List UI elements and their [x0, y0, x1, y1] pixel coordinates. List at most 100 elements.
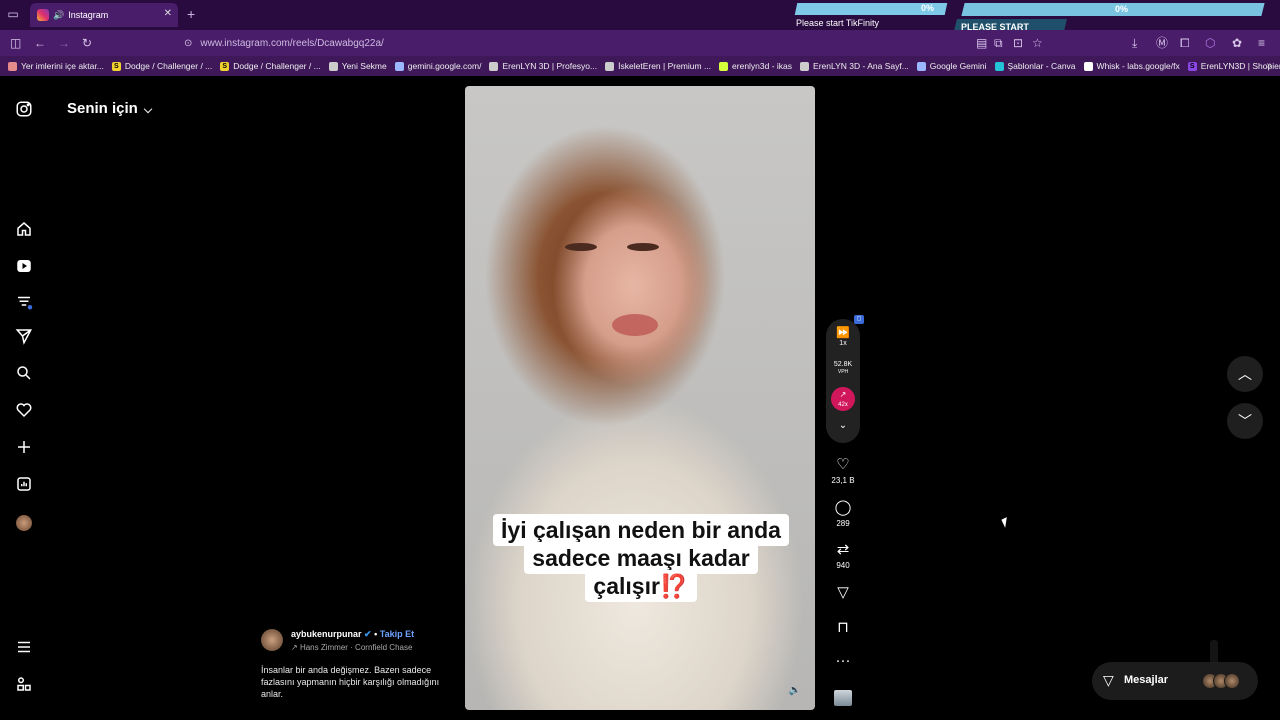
bookmark-label: Dodge / Challenger / ... [233, 61, 321, 71]
bookmark-item[interactable]: ErenLYN 3D - Ana Sayf... [800, 61, 909, 71]
previous-reel-button[interactable]: ︿ [1227, 356, 1263, 392]
chevron-down-icon: ⌵ [143, 104, 153, 116]
chevron-right-icon[interactable]: » [1266, 60, 1272, 71]
site-icon [605, 61, 615, 71]
music-link[interactable]: ↗ Hans Zimmer · Cornfield Chase [291, 643, 412, 652]
bookmark-item[interactable]: Yeni Sekme [328, 61, 387, 71]
reel-video[interactable]: İyi çalışan neden bir anda sadece maaşı … [465, 86, 815, 710]
repost-count: 940 [836, 561, 850, 570]
next-reel-button[interactable]: ﹀ [1227, 403, 1263, 439]
more-options-button[interactable]: ··· [828, 652, 858, 670]
sidebar-toggle-icon[interactable]: ◫ [10, 36, 21, 50]
extension-hex-icon[interactable]: ⬡ [1205, 36, 1215, 50]
profile-m-icon[interactable]: Ⓜ [1156, 36, 1168, 50]
profile-avatar[interactable] [14, 513, 34, 533]
fast-forward-icon[interactable]: ⏩ [826, 326, 860, 339]
tikfinity-overlay-small: 0% Please start TikFinity [790, 0, 952, 30]
new-tab-button[interactable]: + [187, 6, 195, 22]
bookmark-item[interactable]: İskeletEren | Premium ... [605, 61, 711, 71]
vph-value: 52.8K [833, 361, 853, 368]
video-frame-detail [565, 243, 597, 251]
instagram-page: Senin için ⌵ İyi çalışan neden bir anda s… [0, 76, 1280, 720]
bookmark-label: Whisk - labs.google/fx [1096, 61, 1180, 71]
insights-icon[interactable] [14, 475, 34, 495]
screenshot-icon[interactable]: ⊡ [1013, 36, 1023, 50]
messages-button[interactable]: ▽ Mesajlar [1092, 662, 1258, 700]
create-plus-icon[interactable] [14, 438, 34, 458]
share-button[interactable]: ▽ [828, 584, 858, 602]
repost-button[interactable]: ⇄ 940 [828, 541, 858, 570]
instagram-favicon-icon [37, 9, 49, 21]
reels-icon[interactable] [14, 257, 34, 277]
avatar [1224, 673, 1240, 689]
feed-filter-icon[interactable] [14, 293, 34, 313]
bookmark-item[interactable]: Google Gemini [916, 61, 987, 71]
reader-icon[interactable]: ▤ [976, 36, 987, 50]
home-icon[interactable] [14, 220, 34, 240]
music-title: Hans Zimmer · Cornfield Chase [299, 643, 413, 652]
bookmark-item[interactable]: S Dodge / Challenger / ... [111, 61, 212, 71]
message-avatars [1202, 673, 1240, 689]
author-avatar[interactable] [261, 629, 283, 651]
heart-icon: ♡ [836, 456, 850, 473]
reload-icon[interactable]: ↻ [82, 36, 92, 50]
chevron-down-icon[interactable]: ⌄ [826, 420, 860, 431]
bookmark-star-icon[interactable]: ☆ [1032, 36, 1043, 50]
bookmark-item[interactable]: ErenLYN 3D | Profesyo... [489, 61, 597, 71]
bookmark-item[interactable]: gemini.google.com/ [394, 61, 481, 71]
bookmark-item[interactable]: S Dodge / Challenger / ... [220, 61, 321, 71]
bookmark-item[interactable]: Yer imlerini içe aktar... [8, 61, 104, 71]
bookmark-icon: ⊓ [837, 619, 849, 636]
browser-tab-instagram[interactable]: 🔊 Instagram ✕ [30, 3, 178, 27]
video-frame-detail [627, 243, 659, 251]
extensions-icon[interactable]: ⧠ [1180, 36, 1190, 50]
vph-label: VPH [837, 369, 849, 375]
heart-icon[interactable] [14, 401, 34, 421]
feed-title-dropdown[interactable]: Senin için ⌵ [67, 100, 152, 117]
reel-description: İnsanlar bir anda değişmez. Bazen sadece… [261, 665, 440, 699]
like-button[interactable]: ♡ 23,1 B [828, 456, 858, 485]
tab-menu-icon[interactable]: ▭ [6, 7, 20, 21]
extension-tool-icon[interactable]: ✿ [1232, 36, 1242, 50]
bookmark-item[interactable]: Şablonlar - Canva [994, 61, 1076, 71]
bookmark-item[interactable]: erenlyn3d - ikas [719, 61, 792, 71]
bookmark-label: ErenLYN 3D | Profesyo... [502, 61, 598, 71]
audio-thumbnail[interactable] [834, 690, 852, 706]
bookmark-item[interactable]: Whisk - labs.google/fx [1083, 61, 1180, 71]
speed-value[interactable]: 1x [826, 340, 860, 347]
download-icon[interactable]: ⤓ [1132, 36, 1137, 50]
follow-button[interactable]: Takip Et [380, 629, 414, 639]
ellipsis-icon: ··· [835, 652, 851, 669]
mute-icon[interactable]: 🔈 [789, 685, 801, 696]
author-username[interactable]: aybukenurpunar [291, 629, 362, 639]
save-button[interactable]: ⊓ [828, 619, 858, 637]
globe-icon [328, 61, 338, 71]
repost-icon: ⇄ [836, 541, 850, 558]
bookmark-label: erenlyn3d - ikas [732, 61, 793, 71]
forward-icon[interactable]: → [58, 36, 70, 50]
comment-button[interactable]: ◯ 289 [828, 499, 858, 528]
back-icon[interactable]: ← [34, 36, 46, 50]
globe-icon [800, 61, 810, 71]
send-icon[interactable] [14, 327, 34, 347]
apps-grid-icon[interactable] [14, 675, 34, 695]
address-bar[interactable]: ⊙ www.instagram.com/reels/Dcawabgq22a/ [178, 33, 1054, 53]
picture-in-picture-icon[interactable]: ⧉ [994, 36, 1003, 50]
canva-icon [994, 61, 1004, 71]
close-tab-icon[interactable]: ✕ [164, 8, 172, 19]
site-info-icon[interactable]: ⊙ [184, 38, 192, 49]
speaker-icon[interactable]: 🔊 [53, 10, 64, 21]
instagram-logo-icon[interactable] [14, 100, 34, 120]
trend-button[interactable]: ↗ 42x [831, 387, 855, 411]
url-text[interactable]: www.instagram.com/reels/Dcawabgq22a/ [200, 38, 383, 49]
menu-icon[interactable]: ≡ [1258, 36, 1265, 50]
send-icon: ▽ [837, 584, 849, 601]
import-icon [8, 61, 17, 71]
messages-label: Mesajlar [1124, 674, 1169, 686]
mouse-cursor [1001, 517, 1011, 528]
search-icon[interactable] [14, 364, 34, 384]
more-menu-icon[interactable] [14, 638, 34, 658]
bolt-icon [719, 61, 729, 71]
speed-extension-panel: ◻ ⏩ 1x 52.8K VPH ↗ 42x ⌄ [826, 315, 864, 443]
page-icon [1083, 61, 1093, 71]
